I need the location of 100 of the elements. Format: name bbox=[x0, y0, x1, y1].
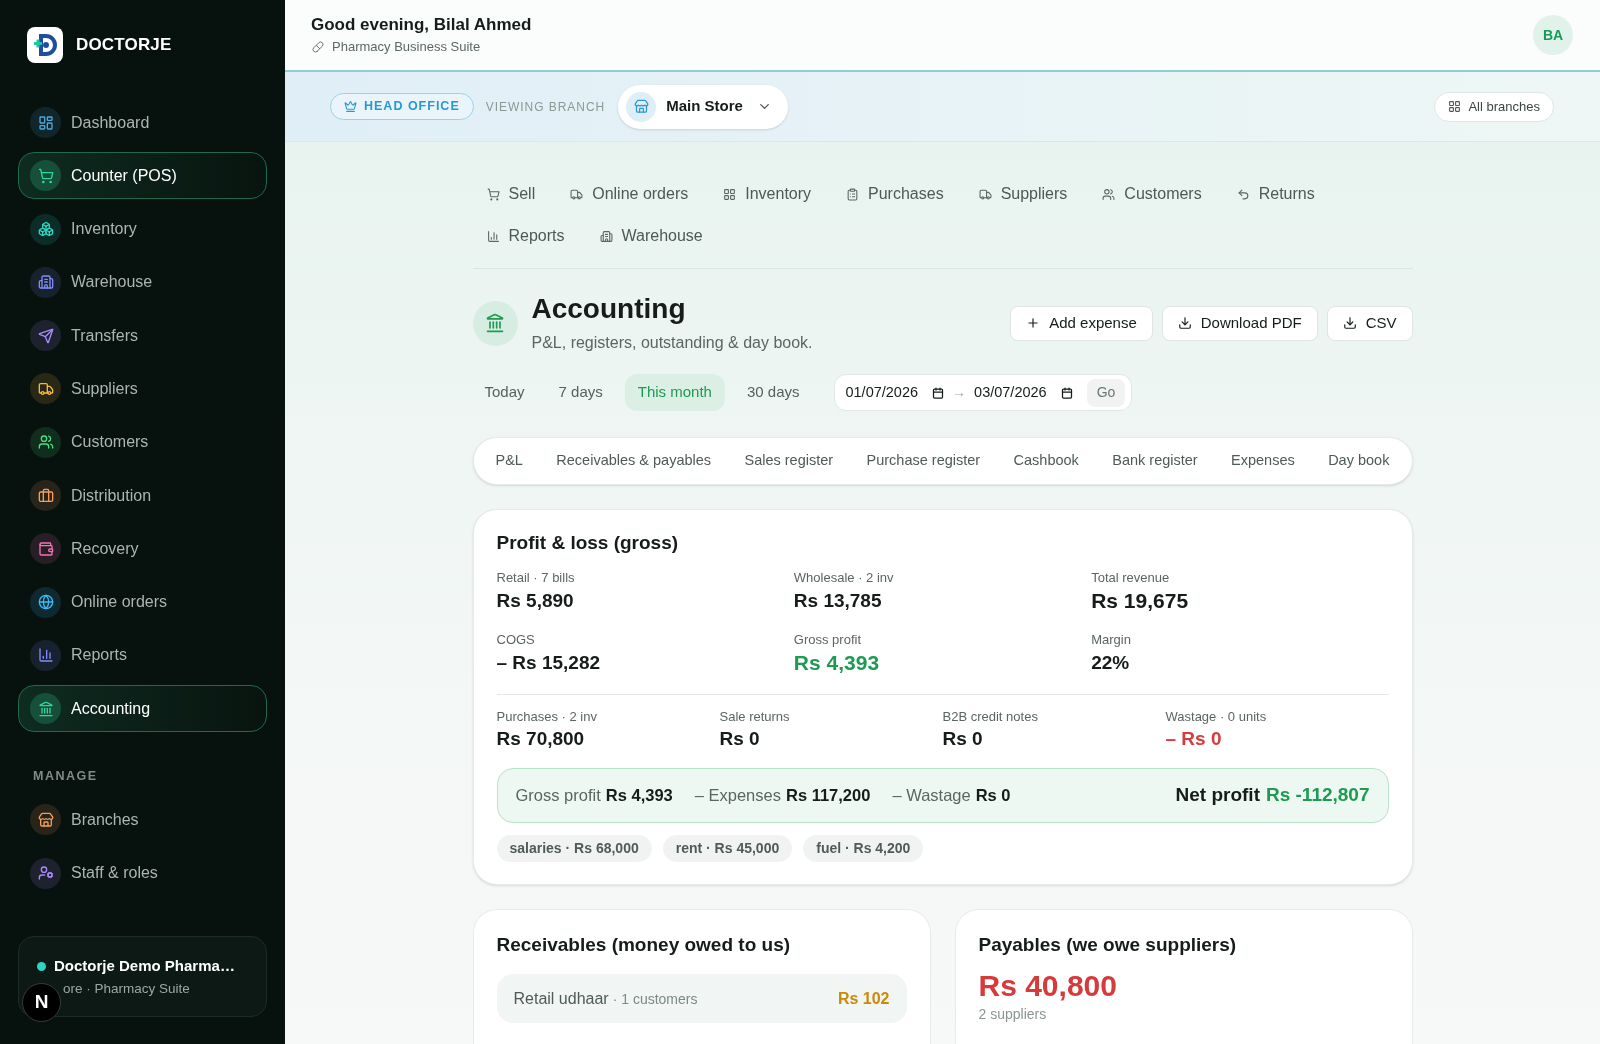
metric-value: Rs 0 bbox=[719, 727, 761, 751]
grid-icon bbox=[723, 187, 737, 201]
nav-link[interactable]: Customers bbox=[1088, 174, 1216, 214]
sidebar-item[interactable]: Staff & roles bbox=[18, 849, 267, 897]
grid-icon bbox=[1448, 100, 1462, 113]
nav-link[interactable]: Online orders bbox=[556, 174, 703, 214]
section-tab[interactable]: P&L bbox=[483, 443, 535, 479]
expense-tag: fuel · Rs 4,200 bbox=[803, 835, 924, 862]
store-icon bbox=[626, 91, 657, 122]
nav-link[interactable]: Suppliers bbox=[964, 174, 1082, 214]
date-field[interactable]: 03/07/2026 bbox=[974, 381, 1073, 404]
org-subtitle: ore · Pharmacy Suite bbox=[63, 980, 191, 998]
calendar-icon bbox=[1060, 386, 1073, 399]
action-button[interactable]: Add expense bbox=[1010, 305, 1153, 341]
metric-value: Rs 19,675 bbox=[1091, 589, 1190, 613]
users-icon bbox=[1102, 187, 1116, 201]
cart-icon bbox=[486, 187, 500, 201]
metric-label: Total revenue bbox=[1091, 570, 1171, 586]
logo-icon bbox=[27, 27, 63, 63]
nav-link[interactable]: Sell bbox=[472, 174, 550, 214]
all-branches-button[interactable]: All branches bbox=[1434, 91, 1554, 122]
section-tab[interactable]: Expenses bbox=[1219, 443, 1307, 479]
payables-amount: Rs 40,800 bbox=[978, 968, 1118, 1004]
metric-label: B2B credit notes bbox=[942, 709, 1039, 725]
undo-arrow-icon bbox=[1236, 187, 1250, 201]
row-amount: Rs 102 bbox=[837, 988, 890, 1009]
metric-label: Sale returns bbox=[719, 709, 791, 725]
sidebar-item[interactable]: Distribution bbox=[18, 472, 267, 520]
nav-link[interactable]: Reports bbox=[472, 216, 579, 256]
go-button[interactable]: Go bbox=[1086, 378, 1126, 407]
sidebar-item[interactable]: Inventory bbox=[18, 205, 267, 253]
section-label: MANAGE bbox=[33, 769, 99, 784]
action-button[interactable]: CSV bbox=[1326, 305, 1413, 341]
action-button[interactable]: Download PDF bbox=[1161, 305, 1318, 341]
metric-value: Rs 70,800 bbox=[496, 727, 586, 751]
page-subtitle: P&L, registers, outstanding & day book. bbox=[531, 333, 813, 353]
sidebar-item[interactable]: Online orders bbox=[18, 578, 267, 626]
section-tab[interactable]: Sales register bbox=[732, 443, 846, 479]
org-name: Doctorje Demo Pharma… bbox=[54, 956, 235, 976]
metric-label: Purchases · 2 inv bbox=[496, 709, 598, 725]
download-icon bbox=[1342, 316, 1357, 330]
metric-value: Rs 4,393 bbox=[793, 651, 881, 675]
row-label: Retail udhaar bbox=[513, 988, 609, 1009]
period-option[interactable]: Today bbox=[472, 374, 537, 411]
section-tab[interactable]: Bank register bbox=[1100, 443, 1210, 479]
sidebar-item[interactable]: Dashboard bbox=[18, 99, 267, 146]
metric-label: Retail · 7 bills bbox=[496, 570, 576, 586]
nav-link[interactable]: Returns bbox=[1222, 174, 1329, 214]
page-title: Accounting bbox=[531, 292, 687, 326]
sidebar-item[interactable]: Recovery bbox=[18, 525, 267, 573]
period-option[interactable]: 30 days bbox=[734, 374, 812, 411]
nav-link[interactable]: Warehouse bbox=[585, 216, 717, 256]
metric-label: Gross profit bbox=[793, 632, 862, 648]
section-tab[interactable]: Purchase register bbox=[854, 443, 993, 479]
metric-label: Wholesale · 2 inv bbox=[793, 570, 895, 586]
card-title: Profit & loss (gross) bbox=[496, 532, 680, 554]
greeting-title: Good evening, Bilal Ahmed bbox=[311, 14, 532, 36]
branch-select[interactable]: Main Store bbox=[618, 84, 788, 129]
crown-icon bbox=[344, 100, 357, 113]
nav-link[interactable]: Purchases bbox=[832, 174, 958, 214]
sidebar-item[interactable]: Reports bbox=[18, 631, 267, 679]
card-title: Receivables (money owed to us) bbox=[496, 934, 792, 956]
summary-value: Rs 0 bbox=[975, 785, 1011, 807]
nav-link[interactable]: Inventory bbox=[709, 174, 826, 214]
sidebar-item[interactable]: Customers bbox=[18, 418, 267, 466]
sidebar-item[interactable]: Transfers bbox=[18, 312, 267, 360]
dev-tools-button[interactable]: N bbox=[22, 983, 61, 1022]
net-profit-value: Rs -112,807 bbox=[1265, 783, 1370, 808]
summary-label: – Wastage bbox=[892, 785, 971, 807]
header-subtitle: Pharmacy Business Suite bbox=[332, 38, 481, 56]
metric-value: – Rs 15,282 bbox=[496, 651, 602, 675]
truck-icon bbox=[978, 187, 992, 201]
sidebar-item[interactable]: Branches bbox=[18, 796, 267, 844]
section-tab[interactable]: Cashbook bbox=[1001, 443, 1091, 479]
section-tab[interactable]: Day book bbox=[1316, 443, 1402, 479]
metric-label: COGS bbox=[496, 632, 536, 648]
plus-icon bbox=[1026, 316, 1041, 330]
sidebar-item[interactable]: Accounting bbox=[18, 685, 267, 733]
date-field[interactable]: 01/07/2026 bbox=[845, 381, 945, 404]
sidebar-item[interactable]: Counter (POS) bbox=[18, 152, 267, 200]
metric-label: Wastage · 0 units bbox=[1165, 709, 1268, 725]
calendar-icon bbox=[932, 386, 945, 399]
summary-value: Rs 117,200 bbox=[786, 785, 871, 807]
net-profit-label: Net profit bbox=[1175, 783, 1260, 808]
summary-label: – Expenses bbox=[694, 785, 781, 807]
metric-value: – Rs 0 bbox=[1165, 727, 1223, 751]
period-option[interactable]: 7 days bbox=[546, 374, 615, 411]
download-icon bbox=[1177, 316, 1192, 330]
sidebar-item[interactable]: Suppliers bbox=[18, 365, 267, 413]
viewing-label: VIEWING BRANCH bbox=[485, 98, 606, 116]
summary-value: Rs 4,393 bbox=[605, 785, 673, 807]
metric-label: Margin bbox=[1091, 632, 1132, 648]
clipboard-icon bbox=[846, 187, 860, 201]
role-label: HEAD OFFICE bbox=[364, 98, 460, 116]
brand-name: DOCTORJE bbox=[76, 34, 172, 57]
section-tab[interactable]: Receivables & payables bbox=[544, 443, 724, 479]
range-arrow: → bbox=[952, 383, 967, 402]
sidebar-item[interactable]: Warehouse bbox=[18, 258, 267, 306]
bar-chart-icon bbox=[486, 229, 500, 243]
card-title: Payables (we owe suppliers) bbox=[978, 934, 1238, 956]
